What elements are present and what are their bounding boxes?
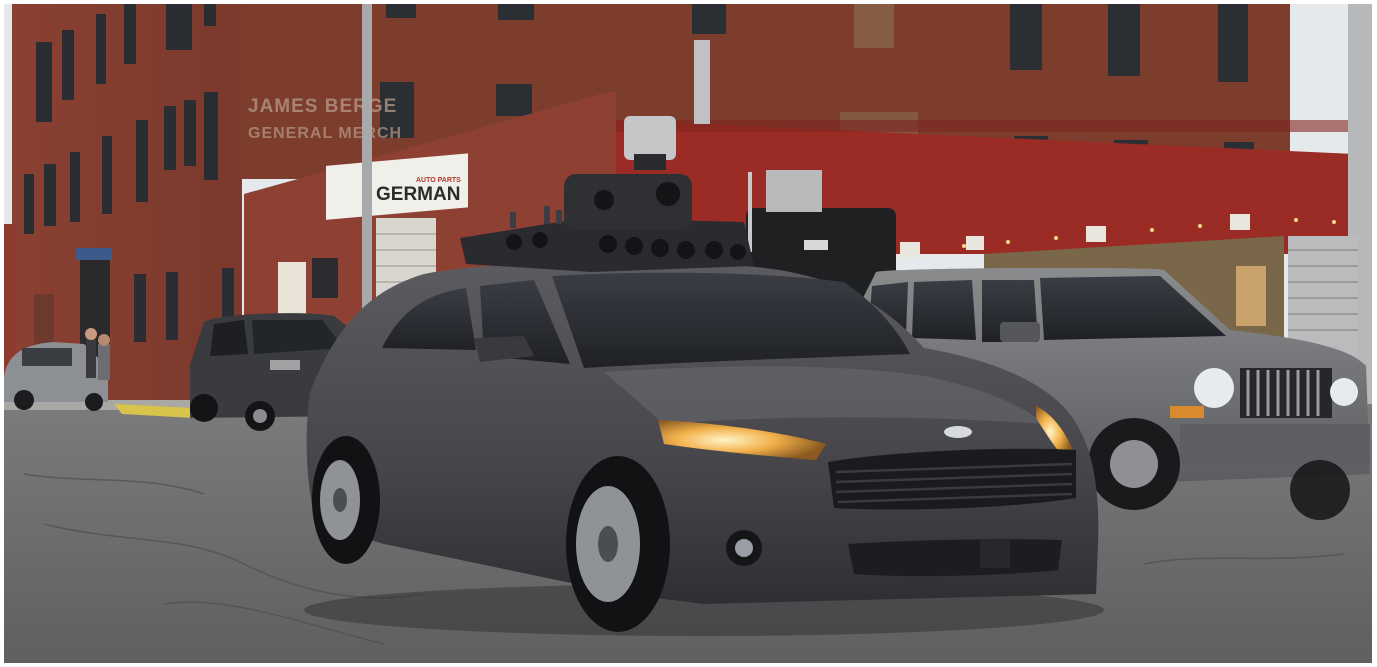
front-wheel [566, 456, 670, 632]
rear-wheel [312, 436, 380, 564]
store-sign-sub: AUTO PARTS [416, 177, 461, 184]
photo-canvas: JAMES BERGE GENERAL MERCH GERMAN AUTO PA… [4, 4, 1372, 663]
ghost-sign-line1: JAMES BERGE [248, 96, 397, 117]
street-photo: JAMES BERGE GENERAL MERCH GERMAN AUTO PA… [4, 4, 1372, 663]
ghost-sign-line2: GENERAL MERCH [248, 125, 402, 142]
store-sign-main: GERMAN [376, 184, 460, 205]
